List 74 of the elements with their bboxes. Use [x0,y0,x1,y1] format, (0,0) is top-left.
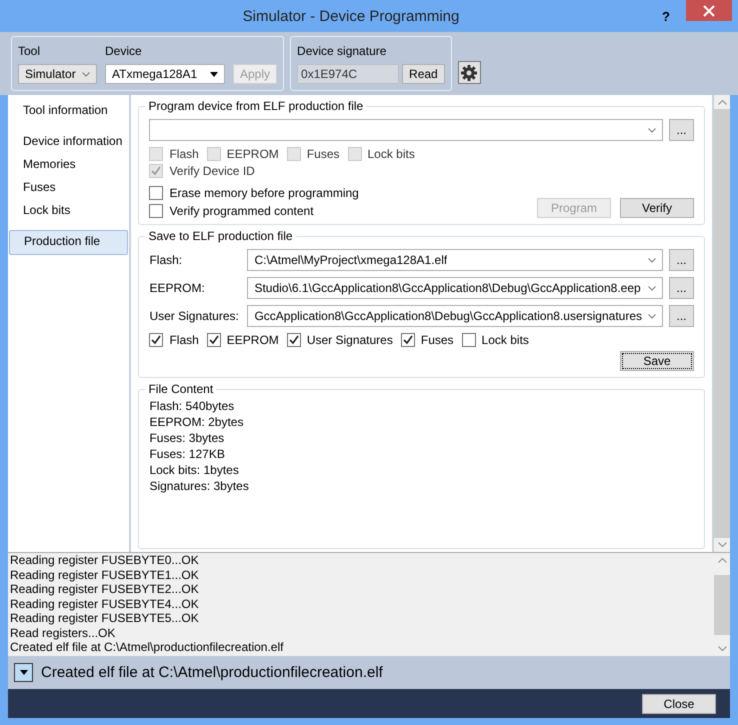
chevron-down-icon [648,286,656,290]
expand-button[interactable] [14,663,33,682]
triangle-down-icon [210,72,218,76]
scrollbar[interactable] [714,95,730,552]
save-button[interactable]: Save [620,351,694,371]
close-icon[interactable] [686,0,732,21]
sidebar-item[interactable]: Memories [9,153,128,176]
sidebar-item[interactable]: Lock bits [9,199,128,222]
chevron-down-icon [648,314,656,318]
checkbox[interactable]: Verify programmed content [149,204,359,218]
device-signature-label: Device signature [297,44,388,58]
log-line: Reading register FUSEBYTE2...OK [10,582,200,596]
chevron-up-icon[interactable] [718,558,726,563]
group-title: File Content [147,382,214,396]
sidebar-item[interactable]: Fuses [9,176,128,199]
help-button[interactable]: ? [654,8,678,24]
chevron-down-icon [648,258,656,262]
checkbox[interactable]: Flash [149,333,199,347]
browse-button[interactable]: ... [669,249,694,271]
log-line: Reading register FUSEBYTE5...OK [10,611,200,626]
field-label: Flash: [149,253,184,267]
chevron-down-icon[interactable] [718,646,726,651]
checkbox[interactable]: User Signatures [286,333,393,347]
check-icon [208,335,219,345]
window-title: Simulator - Device Programming [242,8,460,24]
check-icon [288,335,299,345]
file-content-line: Lock bits: 1bytes [149,462,240,478]
tool-dropdown[interactable]: Simulator [18,64,97,84]
triangle-down-icon [20,670,28,675]
checkbox[interactable]: Erase memory before programming [149,186,359,200]
read-button[interactable]: Read [402,64,445,84]
chevron-down-icon [648,128,656,132]
file-path-dropdown[interactable]: C:\Atmel\MyProject\xmega128A1.elf [247,249,663,271]
sidebar-item[interactable]: Production file [9,230,128,255]
file-path-dropdown[interactable]: GccApplication8\GccApplication8\Debug\GccApplication8.usersignatures [247,305,663,327]
group-title: Save to ELF production file [147,229,294,243]
log-line: Read registers...OK [10,626,116,640]
file-content-line: Fuses: 3bytes [149,430,226,446]
field-label: User Signatures: [149,309,240,323]
log-line: Reading register FUSEBYTE1...OK [10,568,200,582]
file-content-line: Signatures: 3bytes [149,478,250,494]
chevron-up-icon[interactable] [718,100,726,105]
signature-field[interactable]: 0x1E974C [297,64,400,84]
checkbox[interactable]: Lock bits [462,333,529,347]
log-line: Reading register FUSEBYTE4...OK [10,596,200,611]
check-icon [402,335,413,345]
checkbox[interactable]: Fuses [400,333,454,347]
browse-button[interactable]: ... [669,119,694,141]
close-button[interactable]: Close [642,694,716,714]
file-content-line: Fuses: 127KB [149,446,226,462]
device-dropdown[interactable]: ATxmega128A1 [105,64,225,84]
check-icon [151,335,162,345]
chevron-down-icon[interactable] [718,542,726,547]
browse-button[interactable]: ... [669,305,694,327]
checkbox[interactable]: EEPROM [206,333,279,347]
settings-button[interactable] [458,61,481,84]
file-path-dropdown[interactable]: Studio\6.1\GccApplication8\GccApplication8\Debug\GccApplication8.eep [247,277,663,299]
browse-button[interactable]: ... [669,277,694,299]
status-message: Created elf file at C:\Atmel\productionfilecreation.elf [41,664,383,681]
file-content-line: EEPROM: 2bytes [149,414,244,430]
file-content-line: Flash: 540bytes [149,398,236,414]
field-label: EEPROM: [149,281,206,295]
group-title: Program device from ELF production file [147,99,364,113]
sidebar-item[interactable]: Device information [9,130,128,153]
log-line: Reading register FUSEBYTE0...OK [10,553,200,568]
gear-icon [460,64,478,82]
action-button[interactable]: Verify [620,198,694,218]
tool-label: Tool [18,44,42,58]
chevron-down-icon [82,72,90,76]
sidebar-item[interactable]: Tool information [9,99,128,122]
log-line: Created elf file at C:\Atmel\productionfilecreation.elf [10,640,284,654]
device-label: Device [105,44,143,58]
check-icon [151,166,162,176]
elf-file-dropdown[interactable] [149,119,663,141]
